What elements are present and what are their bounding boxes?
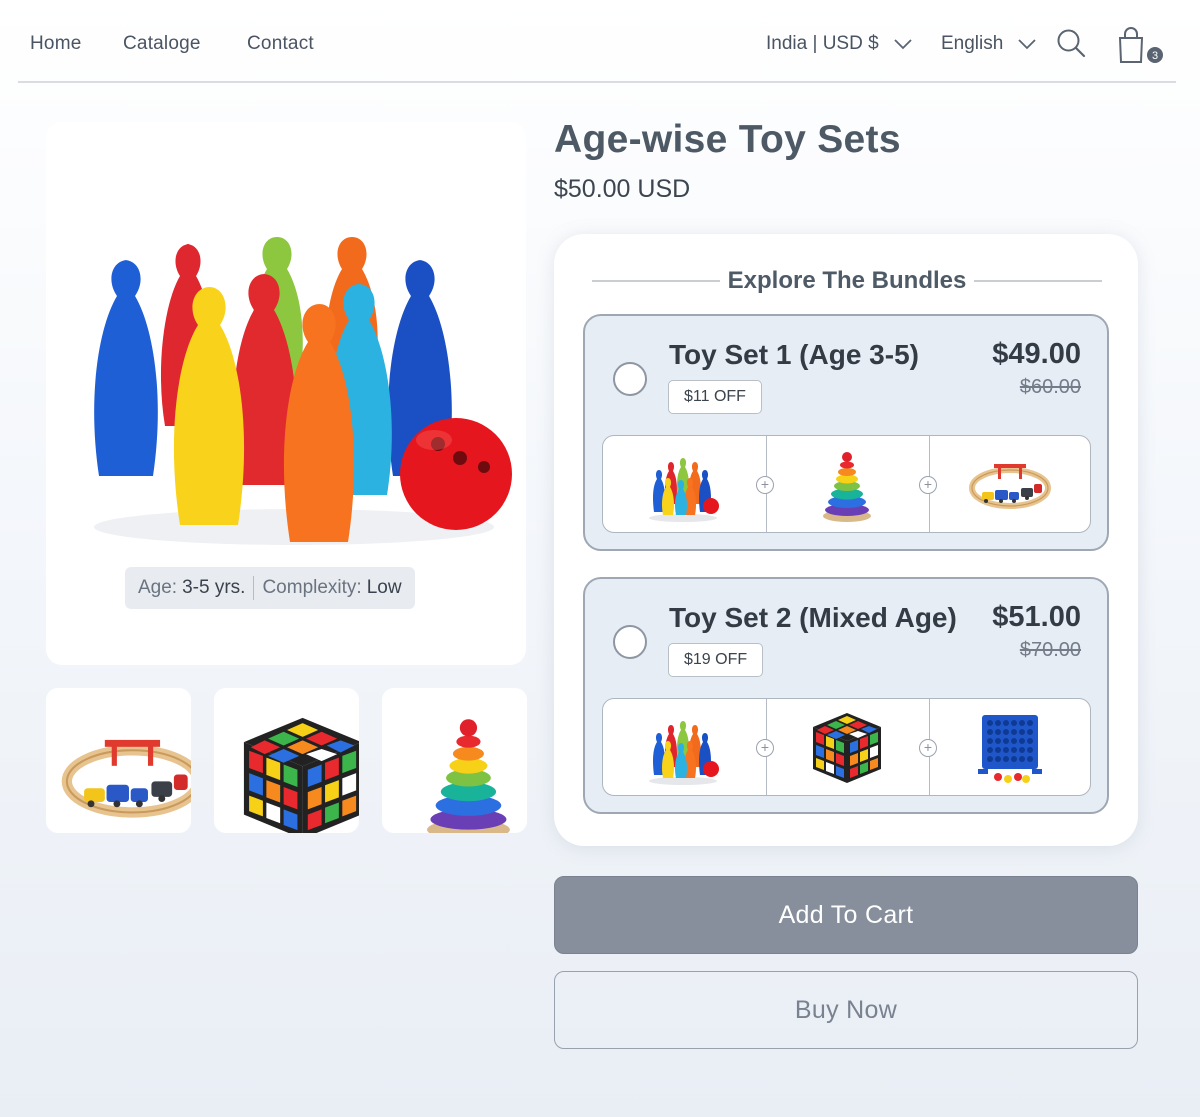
bundle-2-name: Toy Set 2 (Mixed Age) — [669, 602, 957, 633]
train-set-image — [46, 688, 191, 833]
bowling-pins-image — [641, 444, 725, 524]
bundle-1-name: Toy Set 1 (Age 3-5) — [669, 339, 919, 370]
badge-divider — [253, 576, 255, 600]
bundle-1-radio[interactable] — [613, 362, 647, 396]
add-to-cart-button[interactable]: Add To Cart — [554, 876, 1138, 954]
train-set-image — [968, 444, 1052, 524]
main-product-image: Age: 3-5 yrs. Complexity: Low — [46, 122, 526, 665]
bundle-option-1[interactable]: Toy Set 1 (Age 3-5) $49.00 $60.00 $11 OF… — [583, 314, 1109, 551]
rubiks-cube-image — [805, 707, 889, 787]
thumbnail-train-set[interactable] — [46, 688, 191, 833]
bundle-1-items: + + — [602, 435, 1091, 533]
bundle-1-discount-badge: $11 OFF — [668, 380, 762, 414]
heading-rule-right — [974, 280, 1102, 282]
thumbnail-rubiks-cube[interactable] — [214, 688, 359, 833]
bundle-item — [929, 436, 1091, 532]
bundle-2-discount-badge: $19 OFF — [668, 643, 764, 677]
site-header: Home Cataloge Contact India | USD $ Engl… — [18, 0, 1176, 83]
shopping-bag-icon[interactable] — [1114, 25, 1150, 65]
bowling-pins-image — [94, 237, 512, 545]
cart-count-badge: 3 — [1146, 46, 1164, 64]
plus-icon: + — [919, 739, 937, 757]
buy-now-button[interactable]: Buy Now — [554, 971, 1138, 1049]
age-value: 3-5 yrs. — [182, 577, 246, 598]
search-icon[interactable] — [1056, 28, 1086, 58]
product-title: Age-wise Toy Sets — [554, 118, 901, 161]
bundle-item — [766, 699, 929, 795]
bundle-item — [929, 699, 1091, 795]
country-currency-label: India | USD $ — [766, 33, 879, 54]
bundles-heading: Explore The Bundles — [727, 267, 967, 294]
ring-stacker-image — [382, 688, 527, 833]
plus-icon: + — [919, 476, 937, 494]
language-selector[interactable]: English — [941, 33, 1037, 55]
complexity-label: Complexity: — [262, 577, 362, 598]
bundle-1-old-price: $60.00 — [1019, 376, 1081, 398]
complexity-value: Low — [366, 577, 402, 598]
nav-catalogue[interactable]: Cataloge — [123, 33, 201, 55]
country-currency-selector[interactable]: India | USD $ — [766, 33, 913, 55]
bowling-pins-image — [641, 707, 725, 787]
bundle-item — [766, 436, 929, 532]
bundle-item — [603, 699, 766, 796]
language-label: English — [941, 33, 1004, 54]
plus-icon: + — [756, 739, 774, 757]
age-label: Age: — [138, 577, 178, 598]
heading-rule-left — [592, 280, 720, 282]
product-price: $50.00 USD — [554, 175, 691, 203]
connect-four-image — [968, 707, 1052, 787]
bundle-item — [603, 436, 766, 533]
bundle-2-old-price: $70.00 — [1019, 639, 1081, 661]
bundle-2-items: + + — [602, 698, 1091, 796]
plus-icon: + — [756, 476, 774, 494]
bundle-option-2[interactable]: Toy Set 2 (Mixed Age) $51.00 $70.00 $19 … — [583, 577, 1109, 814]
chevron-down-icon — [1018, 39, 1036, 50]
ring-stacker-image — [805, 444, 889, 524]
bundles-heading-row: Explore The Bundles — [592, 266, 1102, 296]
bundle-2-price: $51.00 — [992, 601, 1081, 633]
bundles-panel: Explore The Bundles Toy Set 1 (Age 3-5) … — [554, 234, 1138, 846]
nav-home[interactable]: Home — [30, 33, 81, 55]
chevron-down-icon — [894, 39, 912, 50]
bundle-1-price: $49.00 — [992, 338, 1081, 370]
rubiks-cube-image — [214, 688, 359, 833]
bundle-2-radio[interactable] — [613, 625, 647, 659]
age-complexity-badge: Age: 3-5 yrs. Complexity: Low — [125, 567, 415, 609]
nav-contact[interactable]: Contact — [247, 33, 314, 55]
thumbnail-ring-stacker[interactable] — [382, 688, 527, 833]
